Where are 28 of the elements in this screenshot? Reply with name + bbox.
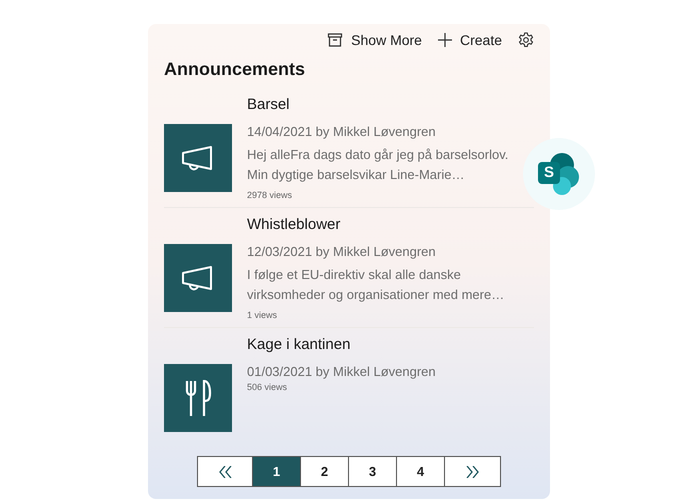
view-count: 2978 views <box>247 189 294 201</box>
cutlery-icon <box>184 380 212 416</box>
item-meta: 14/04/2021 by Mikkel Løvengren <box>247 123 437 141</box>
section-title: Announcements <box>164 58 306 80</box>
settings-icon <box>518 32 534 48</box>
page-button[interactable]: 1 <box>253 457 301 486</box>
double-chevron-left-icon <box>218 466 232 478</box>
settings-button[interactable] <box>518 32 534 48</box>
item-meta: 01/03/2021 by Mikkel Løvengren <box>247 363 436 381</box>
logo-letter: S <box>538 162 560 184</box>
view-count: 506 views <box>247 381 288 393</box>
item-title[interactable]: Whistleblower <box>247 215 527 235</box>
toolbar-button[interactable]: Show More <box>327 30 422 50</box>
item-title[interactable]: Barsel <box>247 95 527 115</box>
item-excerpt: I følge et EU-direktiv skal alle danske virksomheder og organisationer med mere… <box>247 266 506 304</box>
view-count: 1 views <box>247 309 278 321</box>
plus-icon <box>438 33 452 47</box>
thumbnail[interactable] <box>164 364 232 432</box>
archive-icon <box>327 32 344 48</box>
item-title[interactable]: Kage i kantinen <box>247 335 436 355</box>
item-excerpt: Hej alleFra dags dato går jeg på barselsorlov. Min dygtige barselsvikar Line-Marie… <box>247 146 510 184</box>
item-meta: 12/03/2021 by Mikkel Løvengren <box>247 243 437 261</box>
double-chevron-right-icon <box>466 466 480 478</box>
megaphone-icon <box>181 265 215 291</box>
thumbnail[interactable] <box>164 124 232 192</box>
megaphone-icon <box>181 145 215 171</box>
toolbar-button[interactable]: Create <box>438 30 502 50</box>
thumbnail[interactable] <box>164 244 232 312</box>
